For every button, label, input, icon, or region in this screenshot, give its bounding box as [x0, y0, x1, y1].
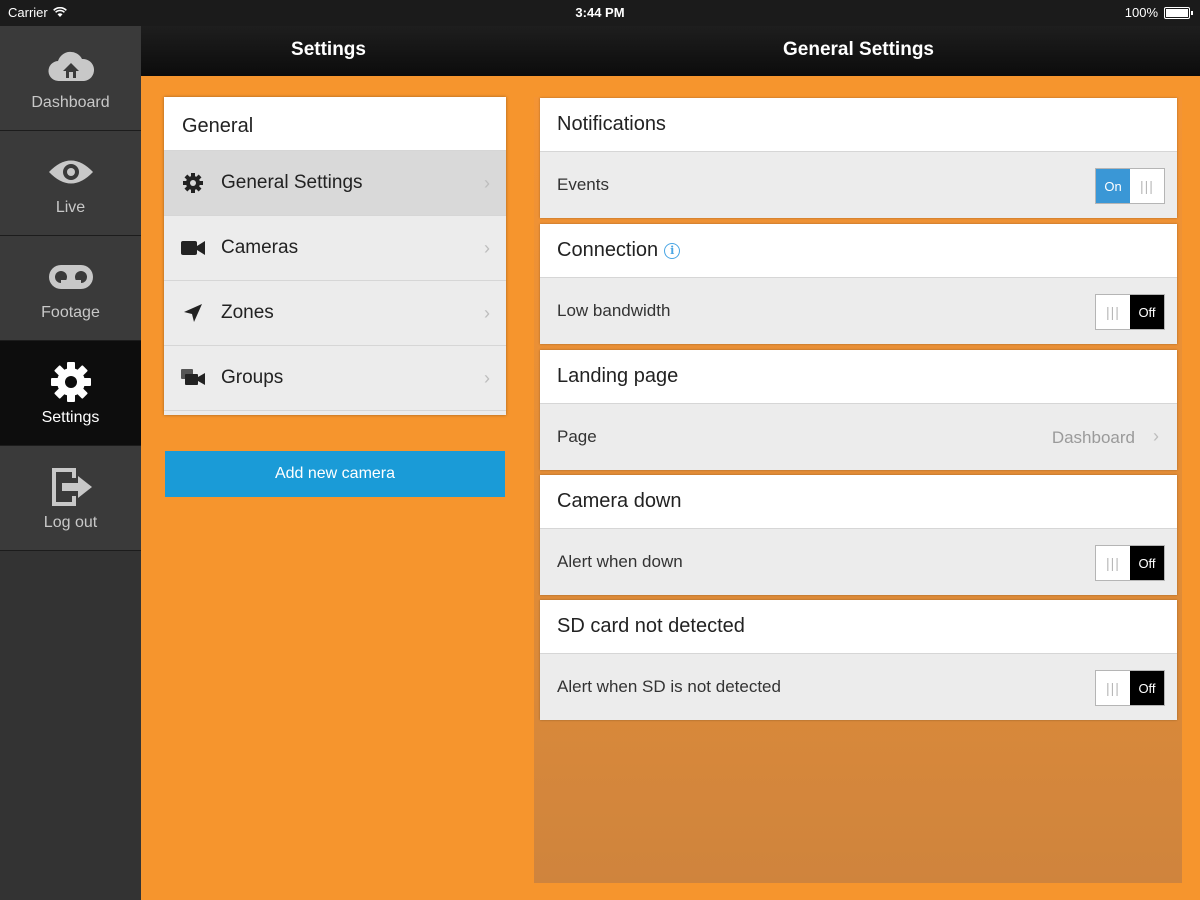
nav-label-logout: Log out — [43, 514, 98, 531]
toggle-state-label: Off — [1130, 546, 1164, 580]
landing-page-value: Dashboard — [1051, 428, 1135, 447]
location-arrow-icon — [184, 304, 202, 322]
nav-item-settings[interactable]: Settings — [0, 341, 141, 446]
menu-item-cameras[interactable]: Cameras › — [164, 216, 506, 281]
nav-label-settings: Settings — [41, 409, 100, 426]
toggle-state-label: Off — [1130, 295, 1164, 329]
chevron-right-icon: › — [484, 238, 490, 258]
chevron-right-icon: › — [484, 303, 490, 323]
chevron-right-icon: › — [484, 173, 490, 193]
nav-label-dashboard: Dashboard — [31, 94, 110, 111]
video-camera-icon — [181, 241, 205, 255]
menu-label-cameras: Cameras — [221, 237, 299, 258]
toggle-grip-icon: ||| — [1140, 178, 1154, 194]
section-camera-down: Camera down Alert when down ||| Off — [540, 475, 1177, 595]
setting-label: Alert when SD is not detected — [557, 677, 781, 696]
nav-item-dashboard[interactable]: Dashboard — [0, 26, 141, 131]
battery-status: 100% — [1124, 5, 1193, 20]
section-notifications: Notifications Events On ||| — [540, 98, 1177, 218]
sd-not-detected-toggle[interactable]: ||| Off — [1095, 670, 1165, 706]
section-title: Notifications — [540, 98, 1177, 152]
low-bandwidth-toggle[interactable]: ||| Off — [1095, 294, 1165, 330]
menu-label-general-settings: General Settings — [221, 172, 363, 193]
tape-reel-icon — [48, 265, 93, 289]
nav-label-footage: Footage — [41, 304, 100, 321]
battery-icon — [1164, 6, 1193, 19]
nav-item-footage[interactable]: Footage — [0, 236, 141, 341]
section-title: SD card not detected — [540, 600, 1177, 654]
toggle-grip-icon: ||| — [1106, 304, 1120, 320]
toggle-grip-icon: ||| — [1106, 555, 1120, 571]
clock: 3:44 PM — [575, 5, 625, 20]
detail-title: General Settings — [783, 39, 934, 60]
menu-header: General — [164, 97, 506, 151]
toggle-state-label: Off — [1130, 671, 1164, 705]
toggle-grip-icon: ||| — [1106, 680, 1120, 696]
chevron-right-icon: › — [1153, 426, 1159, 446]
setting-label: Page — [557, 427, 597, 446]
add-new-camera-button[interactable]: Add new camera — [165, 451, 505, 497]
setting-row-page[interactable]: Page Dashboard › — [540, 404, 1177, 470]
section-title: Camera down — [540, 475, 1177, 529]
section-connection: Connection i Low bandwidth ||| Off — [540, 224, 1177, 344]
menu-item-general-settings[interactable]: General Settings › — [164, 151, 506, 216]
section-landing-page: Landing page Page Dashboard › — [540, 350, 1177, 470]
events-toggle[interactable]: On ||| — [1095, 168, 1165, 204]
chevron-right-icon: › — [484, 368, 490, 388]
master-title: Settings — [291, 39, 366, 60]
settings-menu: General General Settings › Cameras › Zon… — [164, 97, 506, 415]
setting-row-low-bandwidth: Low bandwidth ||| Off — [540, 278, 1177, 344]
battery-percent: 100% — [1124, 5, 1158, 20]
camera-group-icon — [181, 369, 205, 385]
setting-label: Low bandwidth — [557, 301, 671, 320]
logout-icon — [51, 468, 92, 506]
menu-label-zones: Zones — [221, 302, 274, 323]
section-title: Connection — [557, 239, 659, 261]
section-sd-card: SD card not detected Alert when SD is no… — [540, 600, 1177, 720]
setting-label: Alert when down — [557, 552, 683, 571]
setting-row-sd-not-detected: Alert when SD is not detected ||| Off — [540, 654, 1177, 720]
nav-label-live: Live — [55, 199, 86, 216]
toggle-state-label: On — [1096, 169, 1130, 203]
nav-header: Settings General Settings — [141, 26, 1200, 76]
eye-icon — [48, 160, 93, 184]
setting-label: Events — [557, 175, 609, 194]
section-title: Landing page — [540, 350, 1177, 404]
alert-when-down-toggle[interactable]: ||| Off — [1095, 545, 1165, 581]
nav-item-logout[interactable]: Log out — [0, 446, 141, 551]
menu-item-zones[interactable]: Zones › — [164, 281, 506, 346]
menu-label-groups: Groups — [221, 367, 284, 388]
nav-item-live[interactable]: Live — [0, 131, 141, 236]
status-bar: Carrier 3:44 PM 100% — [0, 0, 1200, 26]
gear-icon — [50, 362, 91, 402]
setting-row-events: Events On ||| — [540, 152, 1177, 218]
info-icon[interactable]: i — [664, 242, 681, 259]
section-header-connection: Connection i — [540, 224, 1177, 278]
sidebar: Dashboard Live Footage Settings Log out — [0, 26, 141, 900]
setting-row-alert-when-down: Alert when down ||| Off — [540, 529, 1177, 595]
gear-icon — [183, 173, 203, 193]
menu-item-groups[interactable]: Groups › — [164, 346, 506, 411]
cloud-home-icon — [47, 51, 94, 82]
